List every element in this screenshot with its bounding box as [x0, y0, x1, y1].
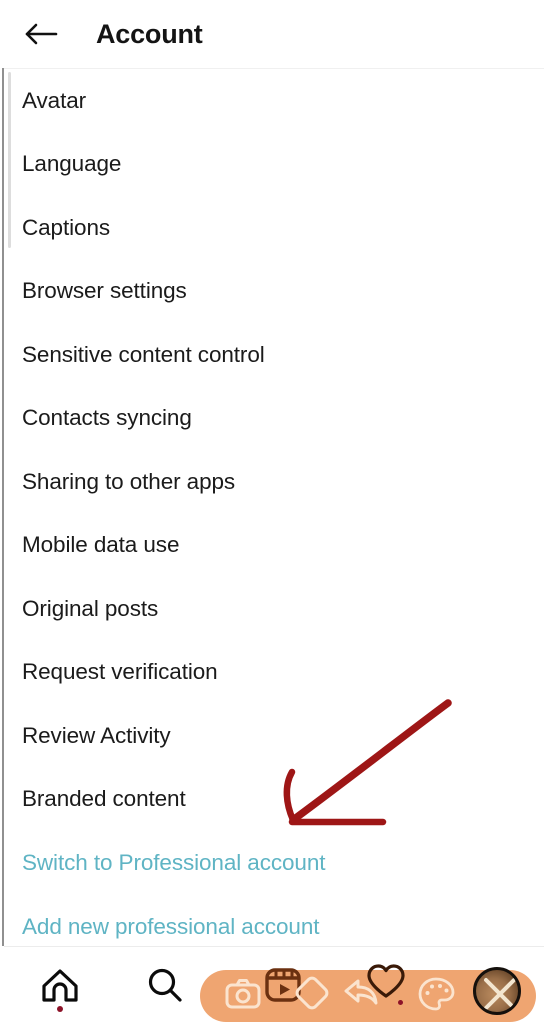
list-item-label: Original posts: [22, 595, 159, 621]
camera-icon: [223, 974, 263, 1019]
list-item-label: Captions: [22, 214, 111, 240]
list-item-captions[interactable]: Captions: [0, 196, 544, 259]
header: Account: [0, 0, 544, 68]
list-item-language[interactable]: Language: [0, 132, 544, 195]
list-item-original-posts[interactable]: Original posts: [0, 577, 544, 640]
list-item-switch-to-professional-account[interactable]: Switch to Professional account: [0, 831, 544, 894]
list-item-review-activity[interactable]: Review Activity: [0, 704, 544, 767]
settings-list: Avatar Language Captions Browser setting…: [0, 69, 544, 949]
list-item-label: Request verification: [22, 658, 218, 684]
list-item-contacts-syncing[interactable]: Contacts syncing: [0, 386, 544, 449]
home-notification-dot: [57, 1006, 63, 1012]
phone-screen: Account Avatar Language Captions Browser…: [0, 0, 544, 1024]
nav-item-search[interactable]: [138, 962, 192, 1014]
nav-item-home[interactable]: [32, 962, 88, 1014]
list-item-label: Switch to Professional account: [22, 849, 326, 875]
search-icon: [144, 965, 186, 1012]
list-item-branded-content[interactable]: Branded content: [0, 767, 544, 830]
nav-item-profile[interactable]: [470, 964, 524, 1018]
nav-item-diamond[interactable]: [290, 975, 334, 1017]
nav-item-activity[interactable]: [364, 962, 408, 1006]
list-item-label: Add new professional account: [22, 913, 320, 939]
nav-item-palette[interactable]: [416, 977, 456, 1015]
page-title: Account: [96, 18, 203, 49]
nav-divider: [4, 946, 544, 947]
list-item-label: Branded content: [22, 785, 186, 811]
list-item-mobile-data-use[interactable]: Mobile data use: [0, 513, 544, 576]
list-item-avatar[interactable]: Avatar: [0, 69, 544, 132]
list-item-label: Mobile data use: [22, 531, 180, 557]
list-item-label: Review Activity: [22, 722, 171, 748]
list-item-label: Language: [22, 150, 122, 176]
list-item-label: Avatar: [22, 87, 87, 113]
list-item-sensitive-content-control[interactable]: Sensitive content control: [0, 323, 544, 386]
arrow-left-icon: [22, 19, 62, 49]
list-item-label: Sharing to other apps: [22, 468, 236, 494]
home-icon: [38, 965, 82, 1012]
list-item-label: Contacts syncing: [22, 404, 192, 430]
activity-notification-dot: [398, 1000, 403, 1005]
palette-icon: [417, 976, 455, 1017]
back-button[interactable]: [22, 12, 66, 56]
list-item-browser-settings[interactable]: Browser settings: [0, 259, 544, 322]
list-item-request-verification[interactable]: Request verification: [0, 640, 544, 703]
list-item-label: Sensitive content control: [22, 341, 265, 367]
diamond-icon: [291, 974, 333, 1019]
list-item-label: Browser settings: [22, 277, 187, 303]
profile-avatar-icon: [473, 967, 521, 1015]
list-item-sharing-to-other-apps[interactable]: Sharing to other apps: [0, 450, 544, 513]
